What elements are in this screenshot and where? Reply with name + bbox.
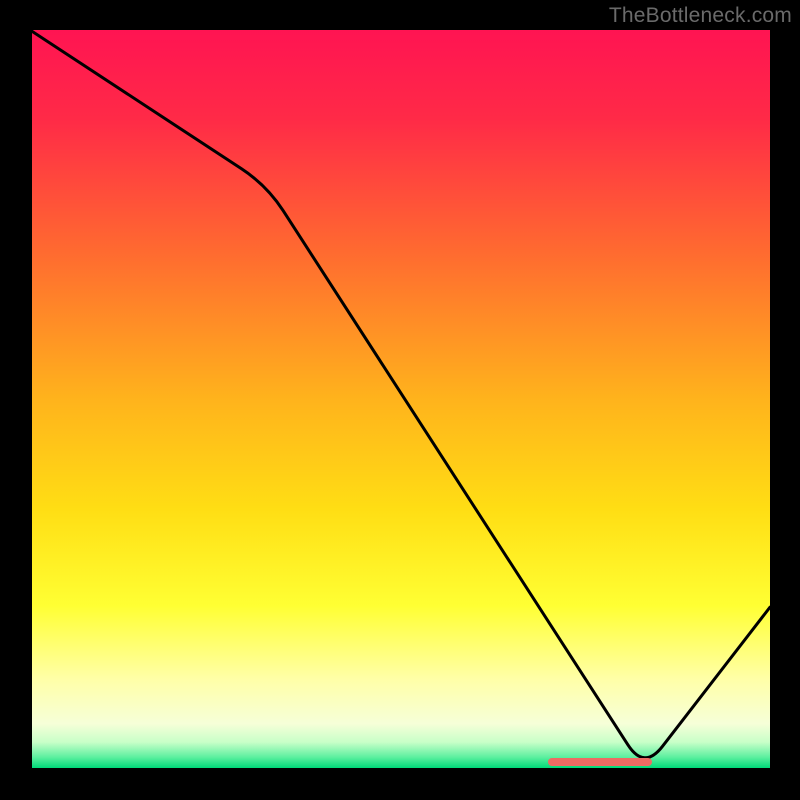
bottleneck-curve [30,30,770,758]
x-axis [30,768,770,770]
y-axis [30,30,32,770]
optimal-range-marker [548,758,652,766]
watermark-text: TheBottleneck.com [609,4,792,28]
chart-root: TheBottleneck.com [0,0,800,800]
curve-layer [30,30,770,770]
plot-area [30,30,770,770]
